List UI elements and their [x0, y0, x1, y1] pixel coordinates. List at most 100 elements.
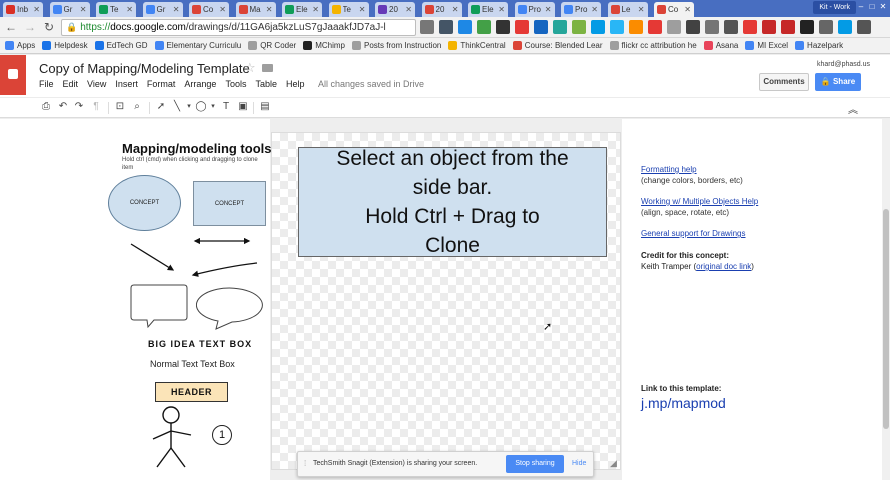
gmail-ext-icon[interactable] [420, 20, 434, 34]
menu-insert[interactable]: Insert [115, 79, 138, 89]
b-ext-icon[interactable] [800, 20, 814, 34]
paint-format-icon[interactable]: ¶ [90, 101, 102, 113]
menu-icon[interactable] [857, 20, 871, 34]
speed-ext-icon[interactable] [724, 20, 738, 34]
close-window-icon[interactable]: ✕ [878, 1, 888, 13]
bookmark-item[interactable]: Posts from Instruction [352, 41, 441, 50]
big-idea-text-box[interactable]: BIG IDEA TEXT BOX [148, 339, 252, 349]
menu-tools[interactable]: Tools [225, 79, 246, 89]
calendar-ext-icon[interactable] [629, 20, 643, 34]
profile-badge[interactable]: Kit - Work [813, 1, 856, 14]
tab-close-icon[interactable]: ✕ [545, 5, 552, 14]
undo-icon[interactable]: ↶ [57, 101, 69, 113]
general-support-link[interactable]: General support for Drawings [641, 229, 746, 238]
browser-tab[interactable]: Gr ✕ [142, 2, 183, 17]
hide-button[interactable]: Hide [572, 460, 586, 467]
docs-ext-icon[interactable] [534, 20, 548, 34]
line-dropdown-icon[interactable]: ▾ [183, 101, 195, 113]
drag-handle-icon[interactable]: ⁞ [304, 459, 306, 468]
bookmark-item[interactable]: Helpdesk [42, 41, 88, 50]
stick-figure-icon[interactable] [148, 406, 198, 474]
back-icon[interactable]: ← [4, 20, 18, 34]
menu-arrange[interactable]: Arrange [184, 79, 216, 89]
tab-close-icon[interactable]: ✕ [312, 5, 319, 14]
formatting-help-link[interactable]: Formatting help [641, 165, 697, 174]
feedly-ext-icon[interactable] [572, 20, 586, 34]
multiple-objects-help-link[interactable]: Working w/ Multiple Objects Help [641, 197, 758, 206]
wifi-ext-icon[interactable] [819, 20, 833, 34]
menu-view[interactable]: View [87, 79, 106, 89]
menu-edit[interactable]: Edit [63, 79, 79, 89]
tab-close-icon[interactable]: ✕ [405, 5, 412, 14]
bookmark-item[interactable]: Hazelpark [795, 41, 843, 50]
comment-icon[interactable]: ▤ [259, 101, 271, 113]
tab-close-icon[interactable]: ✕ [33, 5, 40, 14]
redo-icon[interactable]: ↷ [73, 101, 85, 113]
menu-help[interactable]: Help [286, 79, 305, 89]
diagonal-arrow[interactable] [130, 243, 175, 271]
bookmark-item[interactable]: Apps [5, 41, 35, 50]
instruction-text-box[interactable]: Select an object from the side bar. Hold… [298, 147, 607, 257]
browser-tab[interactable]: Pro ✕ [514, 2, 555, 17]
line-icon[interactable]: ╲ [171, 101, 183, 113]
collapse-menus-icon[interactable]: ︽ [848, 101, 858, 116]
template-short-link[interactable]: j.mp/mapmod [641, 395, 726, 411]
number-circle-shape[interactable]: 1 [212, 425, 232, 445]
reload-icon[interactable]: ↻ [42, 20, 56, 34]
bookmark-item[interactable]: ThinkCentral [448, 41, 506, 50]
shape-dropdown-icon[interactable]: ▾ [207, 101, 219, 113]
snagit-ext-icon[interactable] [439, 20, 453, 34]
concept-oval-shape[interactable]: CONCEPT [108, 175, 181, 231]
menu-table[interactable]: Table [255, 79, 277, 89]
android-ext-icon[interactable] [477, 20, 491, 34]
tab-close-icon[interactable]: ✕ [126, 5, 133, 14]
normal-text-box[interactable]: Normal Text Text Box [150, 359, 235, 369]
monitor-ext-icon[interactable] [686, 20, 700, 34]
image-icon[interactable]: ▣ [237, 101, 249, 113]
browser-tab[interactable]: Co ✕ [654, 2, 694, 17]
resize-grip-icon[interactable]: ◢ [610, 458, 617, 469]
comments-button[interactable]: Comments [759, 73, 809, 91]
cat-ext-icon[interactable] [648, 20, 662, 34]
original-doc-link[interactable]: original doc link [696, 262, 751, 271]
asana-ext-icon[interactable] [515, 20, 529, 34]
rectangle-callout-shape[interactable] [130, 284, 188, 329]
folder-icon[interactable] [262, 64, 273, 72]
red-ext-icon[interactable] [762, 20, 776, 34]
textbox-icon[interactable]: T [220, 101, 232, 113]
crown-ext-icon[interactable] [496, 20, 510, 34]
tab-close-icon[interactable]: ✕ [266, 5, 273, 14]
star-icon[interactable]: ☆ [244, 60, 256, 76]
vertical-scrollbar[interactable] [882, 119, 890, 480]
bookmark-item[interactable]: EdTech GD [94, 41, 148, 50]
drive-ext-icon[interactable] [458, 20, 472, 34]
browser-tab[interactable]: Ma ✕ [235, 2, 276, 17]
user-email[interactable]: khard@phasd.us [817, 61, 870, 68]
print-icon[interactable]: ⎙ [40, 101, 52, 113]
document-title[interactable]: Copy of Mapping/Modeling Template [39, 61, 250, 76]
red2-ext-icon[interactable] [781, 20, 795, 34]
concept-rect-shape[interactable]: CONCEPT [193, 181, 266, 226]
zoom-icon[interactable]: ⌕ [131, 101, 143, 113]
bookmark-item[interactable]: MI Excel [745, 41, 788, 50]
bookmark-item[interactable]: flickr cc attribution he [609, 41, 697, 50]
zoom-fit-icon[interactable]: ⊡ [114, 101, 126, 113]
scrollbar-thumb[interactable] [883, 209, 889, 429]
browser-tab[interactable]: Gr ✕ [49, 2, 90, 17]
tab-close-icon[interactable]: ✕ [359, 5, 366, 14]
share-button[interactable]: 🔒 Share [815, 73, 861, 91]
tab-close-icon[interactable]: ✕ [498, 5, 505, 14]
tab-close-icon[interactable]: ✕ [80, 5, 87, 14]
browser-tab[interactable]: Co ✕ [189, 2, 229, 17]
address-bar[interactable]: 🔒 https:// docs.google.com /drawings/d/1… [61, 19, 416, 36]
bookmark-item[interactable]: MChimp [303, 41, 345, 50]
menu-file[interactable]: File [39, 79, 54, 89]
shape-icon[interactable]: ◯ [195, 101, 207, 113]
connector-arrows[interactable] [125, 236, 265, 284]
browser-tab[interactable]: Te ✕ [96, 2, 136, 17]
minimize-icon[interactable]: – [856, 1, 866, 13]
browser-tab[interactable]: Pro ✕ [561, 2, 601, 17]
tab-close-icon[interactable]: ✕ [638, 5, 645, 14]
tab-close-icon[interactable]: ✕ [452, 5, 459, 14]
cursor-ext-icon[interactable] [705, 20, 719, 34]
